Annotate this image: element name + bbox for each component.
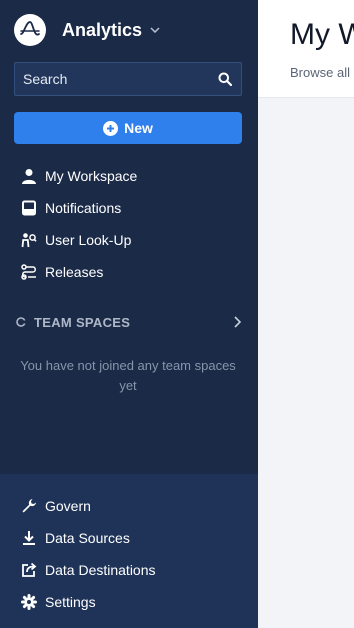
nav-item-user-look-up[interactable]: User Look-Up [0, 224, 258, 256]
nav-item-label: User Look-Up [45, 232, 132, 248]
amplitude-logo-icon [14, 14, 46, 46]
team-spaces-icon [14, 315, 28, 329]
search-icon[interactable] [217, 71, 233, 87]
download-icon [20, 529, 38, 547]
nav-item-data-destinations[interactable]: Data Destinations [0, 554, 258, 586]
chevron-down-icon [150, 27, 160, 33]
nav-item-label: Data Sources [45, 530, 130, 546]
nav-item-releases[interactable]: Releases [0, 256, 258, 288]
primary-nav: My Workspace Notifications User Look-Up … [0, 160, 258, 288]
sidebar: Analytics New [0, 0, 258, 628]
gear-icon [20, 593, 38, 611]
team-spaces-empty-message: You have not joined any team spaces yet [20, 358, 236, 393]
main-content [258, 98, 354, 628]
brand-name: Analytics [62, 19, 143, 40]
search-box [14, 62, 242, 96]
inbox-icon [20, 199, 38, 217]
page-title: My W [290, 18, 354, 51]
brand-switcher[interactable]: Analytics [14, 14, 160, 46]
releases-icon [20, 263, 38, 281]
nav-item-label: My Workspace [45, 168, 138, 184]
team-spaces-header[interactable]: TEAM SPACES [14, 310, 244, 334]
nav-item-label: Data Destinations [45, 562, 156, 578]
nav-item-settings[interactable]: Settings [0, 586, 258, 618]
nav-item-label: Notifications [45, 200, 122, 216]
page-subtitle: Browse all [290, 65, 350, 80]
new-button-label: New [124, 120, 153, 136]
user-lookup-icon [20, 231, 38, 249]
new-button[interactable]: New [14, 112, 242, 144]
plus-icon [103, 120, 119, 136]
nav-item-label: Settings [45, 594, 96, 610]
export-icon [20, 561, 38, 579]
search-input[interactable] [23, 71, 217, 87]
bottom-nav: Govern Data Sources Data Destinations Se… [0, 474, 258, 628]
nav-item-data-sources[interactable]: Data Sources [0, 522, 258, 554]
nav-item-label: Releases [45, 264, 104, 280]
chevron-right-icon[interactable] [230, 315, 244, 329]
team-spaces-label: TEAM SPACES [34, 314, 131, 330]
nav-item-notifications[interactable]: Notifications [0, 192, 258, 224]
nav-item-my-workspace[interactable]: My Workspace [0, 160, 258, 192]
nav-item-govern[interactable]: Govern [0, 490, 258, 522]
nav-item-label: Govern [45, 498, 91, 514]
wrench-icon [20, 497, 38, 515]
person-icon [20, 167, 38, 185]
